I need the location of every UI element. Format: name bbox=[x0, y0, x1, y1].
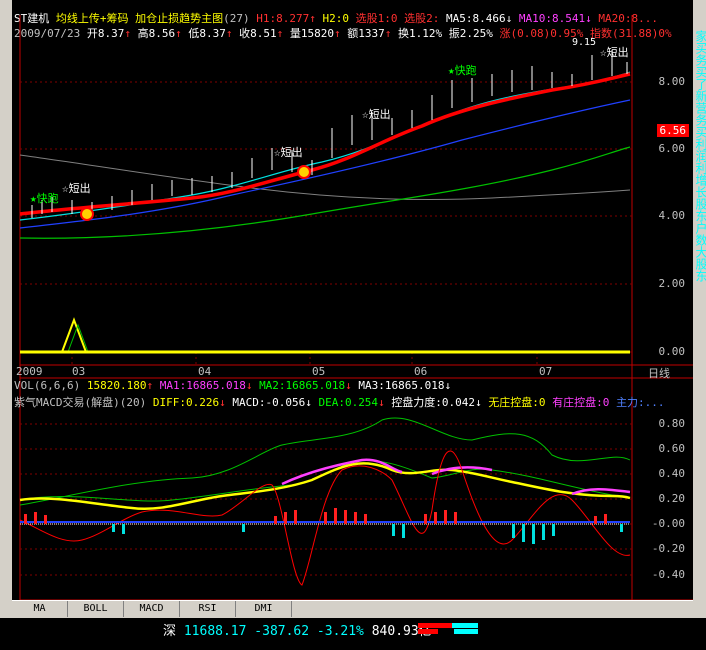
x-axis-label: 04 bbox=[198, 365, 212, 378]
tab-dmi[interactable]: DMI bbox=[236, 601, 292, 617]
top-price-label: 9.15 bbox=[572, 37, 597, 48]
macd-axis-label: -0.00 bbox=[651, 517, 685, 530]
volume-info-line: VOL(6,6,6) 15820.180↑ MA1:16865.018↓ MA2… bbox=[14, 379, 452, 392]
chart-area[interactable]: ST建机 均线上传+筹码 加仓止损趋势主图(27) H1:8.277↑ H2:0… bbox=[12, 0, 693, 600]
tab-macd[interactable]: MACD bbox=[124, 601, 180, 617]
macd-axis-label: 0.60 bbox=[658, 442, 686, 455]
market-index-line: 深 11688.17 -387.62 -3.21% 840.93亿 bbox=[163, 624, 432, 639]
macd-axis-label: 0.80 bbox=[658, 417, 686, 430]
right-info-strip[interactable]: 家买务买了新营务买利润利增长股东户数大股东 bbox=[692, 0, 706, 620]
signal-short-1: ☆短出 bbox=[62, 182, 91, 195]
price-axis-label: 6.00 bbox=[658, 142, 686, 155]
x-axis-label: 03 bbox=[72, 365, 86, 378]
price-axis-label: 8.00 bbox=[658, 75, 686, 88]
status-bar: 深 11688.17 -387.62 -3.21% 840.93亿 bbox=[0, 618, 706, 650]
x-axis-label: 06 bbox=[414, 365, 428, 378]
macd-axis-label: 0.40 bbox=[658, 467, 686, 480]
period-label[interactable]: 日线 bbox=[648, 365, 670, 381]
price-chart-svg bbox=[19, 15, 693, 600]
current-price-tag: 6.56 bbox=[656, 124, 689, 137]
macd-axis-label: -0.20 bbox=[651, 542, 685, 555]
signal-short-2: ☆短出 bbox=[274, 146, 303, 159]
indicator-tabs: MA BOLL MACD RSI DMI bbox=[12, 600, 693, 619]
price-axis-label: 2.00 bbox=[658, 277, 686, 290]
signal-buy-2: ★快跑 bbox=[448, 64, 477, 77]
macd-axis-label: -0.40 bbox=[651, 568, 685, 581]
tab-boll[interactable]: BOLL bbox=[68, 601, 124, 617]
signal-buy-1: ★快跑 bbox=[30, 192, 59, 205]
price-axis-label: 4.00 bbox=[658, 209, 686, 222]
x-axis-label: 07 bbox=[539, 365, 553, 378]
right-panel-text[interactable]: 家买务买了新营务买利润利增长股东户数大股东 bbox=[693, 30, 706, 282]
tab-rsi[interactable]: RSI bbox=[180, 601, 236, 617]
tab-ma[interactable]: MA bbox=[12, 601, 68, 617]
x-axis-label: 2009 bbox=[16, 365, 43, 378]
price-axis-label: 0.00 bbox=[658, 345, 686, 358]
x-axis-label: 05 bbox=[312, 365, 326, 378]
signal-short-4: ☆短出 bbox=[600, 46, 629, 59]
signal-short-3: ☆短出 bbox=[362, 108, 391, 121]
macd-info-line: 紫气MACD交易(解盘)(20) DIFF:0.226↓ MACD:-0.056… bbox=[14, 396, 665, 409]
macd-axis-label: 0.20 bbox=[658, 492, 686, 505]
market-breadth-bar bbox=[418, 623, 478, 635]
